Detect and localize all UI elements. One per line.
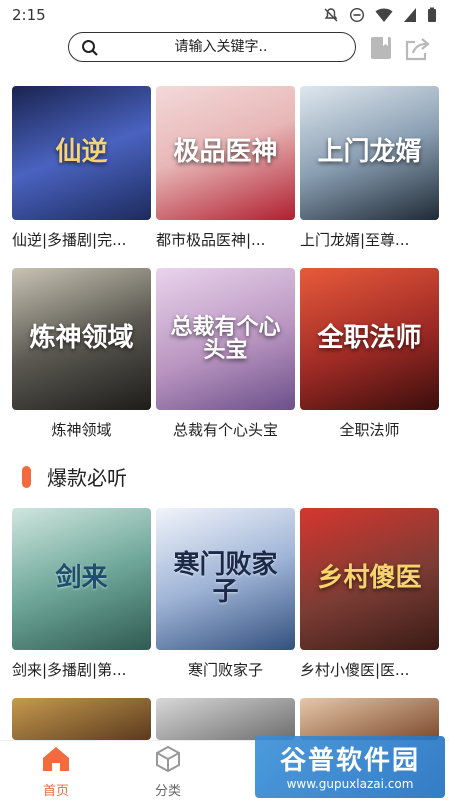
book-cover[interactable]: 炼神领域 — [12, 268, 151, 410]
cover-title: 剑来 — [55, 563, 108, 594]
do-not-disturb-icon — [349, 7, 365, 23]
tab-category[interactable]: 分类 — [138, 745, 198, 799]
tab-home[interactable]: 首页 — [26, 745, 86, 799]
book-card[interactable]: 仙逆 仙逆|多播剧|完... — [12, 86, 151, 250]
status-bar: 2:15 — [0, 0, 449, 30]
tab-home-label: 首页 — [42, 784, 69, 799]
tab-category-label: 分类 — [154, 784, 181, 799]
book-title[interactable]: 寒门败家子 — [156, 659, 295, 680]
book-row-1: 仙逆 仙逆|多播剧|完... 极品医神 都市极品医神|... 上门龙婿 上门龙婿… — [12, 86, 439, 250]
header — [0, 30, 449, 70]
book-cover[interactable]: 全职法师 — [300, 268, 439, 410]
cover-title: 上门龙婿 — [317, 137, 422, 168]
book-row-3: 剑来 剑来|多播剧|第... 寒门败家子 寒门败家子 乡村傻医 乡村小傻医|医.… — [12, 508, 439, 680]
section-accent-bar — [22, 465, 31, 488]
battery-icon — [428, 7, 436, 22]
book-title[interactable]: 乡村小傻医|医... — [300, 659, 439, 680]
status-time: 2:15 — [12, 6, 46, 24]
book-cover[interactable]: 仙逆 — [12, 86, 151, 220]
watermark-url: www.gupuxlazai.com — [286, 777, 414, 791]
book-title[interactable]: 炼神领域 — [12, 419, 151, 440]
book-row-4 — [12, 698, 439, 740]
bookshelf-icon[interactable] — [370, 36, 392, 60]
book-card[interactable]: 上门龙婿 上门龙婿|至尊... — [300, 86, 439, 250]
book-cover[interactable]: 极品医神 — [156, 86, 295, 220]
cover-title: 寒门败家子 — [173, 549, 278, 607]
book-title[interactable]: 剑来|多播剧|第... — [12, 659, 151, 680]
status-icons — [323, 7, 437, 23]
book-card[interactable]: 极品医神 都市极品医神|... — [156, 86, 295, 250]
book-cover[interactable]: 总裁有个心头宝 — [156, 268, 295, 410]
book-card[interactable]: 剑来 剑来|多播剧|第... — [12, 508, 151, 680]
cover-title: 极品医神 — [173, 137, 278, 168]
book-cover[interactable]: 乡村傻医 — [300, 508, 439, 650]
book-card[interactable]: 总裁有个心头宝 总裁有个心头宝 — [156, 268, 295, 440]
category-cube-icon — [156, 745, 180, 773]
cover-title: 总裁有个心头宝 — [170, 313, 281, 363]
wifi-icon — [375, 8, 393, 22]
book-card[interactable]: 乡村傻医 乡村小傻医|医... — [300, 508, 439, 680]
book-cover[interactable]: 剑来 — [12, 508, 151, 650]
book-card[interactable]: 炼神领域 炼神领域 — [12, 268, 151, 440]
search-input[interactable] — [69, 38, 355, 56]
share-icon[interactable] — [404, 36, 432, 62]
book-card[interactable]: 全职法师 全职法师 — [300, 268, 439, 440]
site-watermark: 谷普软件园 www.gupuxlazai.com — [255, 736, 445, 798]
book-cover[interactable] — [12, 698, 151, 740]
search-bar[interactable] — [68, 32, 356, 62]
section-title: 爆款必听 — [47, 466, 127, 490]
home-icon — [43, 747, 69, 771]
book-title[interactable]: 上门龙婿|至尊... — [300, 229, 439, 250]
book-title[interactable]: 全职法师 — [300, 419, 439, 440]
cover-title: 乡村傻医 — [317, 563, 422, 594]
book-cover[interactable] — [300, 698, 439, 740]
section-header: 爆款必听 — [22, 462, 127, 491]
book-title[interactable]: 都市极品医神|... — [156, 229, 295, 250]
book-title[interactable]: 仙逆|多播剧|完... — [12, 229, 151, 250]
cover-title: 炼神领域 — [29, 323, 134, 354]
book-title[interactable]: 总裁有个心头宝 — [156, 419, 295, 440]
signal-icon — [404, 8, 416, 22]
search-icon — [82, 40, 98, 56]
book-card[interactable]: 寒门败家子 寒门败家子 — [156, 508, 295, 680]
cover-title: 仙逆 — [55, 137, 108, 168]
notifications-off-icon — [324, 8, 338, 22]
cover-title: 全职法师 — [317, 323, 422, 354]
book-cover[interactable] — [156, 698, 295, 740]
book-row-2: 炼神领域 炼神领域 总裁有个心头宝 总裁有个心头宝 全职法师 全职法师 — [12, 268, 439, 440]
book-cover[interactable]: 上门龙婿 — [300, 86, 439, 220]
book-cover[interactable]: 寒门败家子 — [156, 508, 295, 650]
watermark-title: 谷普软件园 — [279, 746, 420, 776]
